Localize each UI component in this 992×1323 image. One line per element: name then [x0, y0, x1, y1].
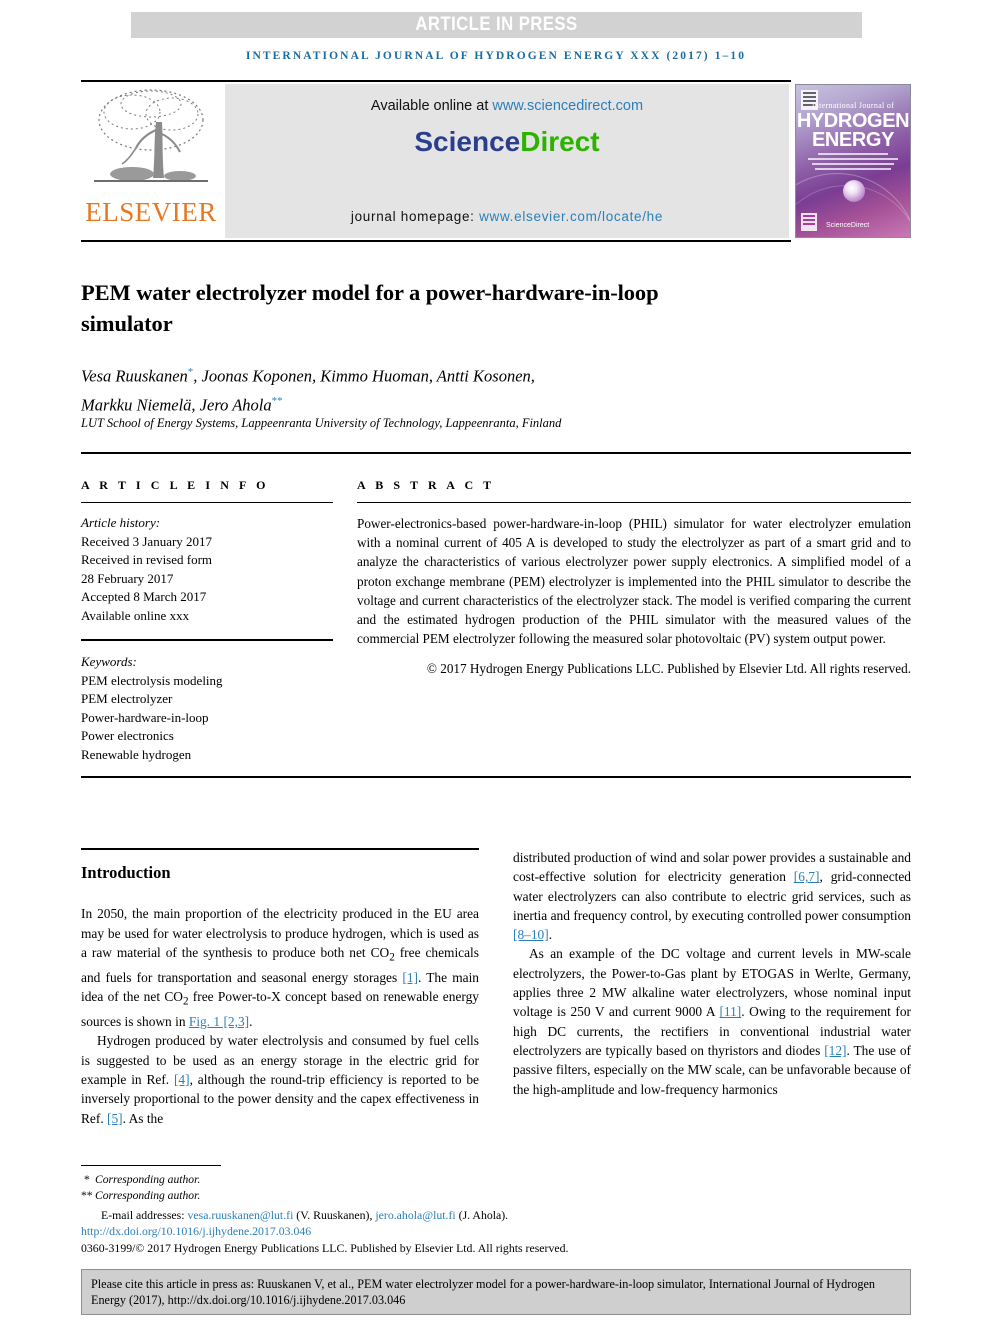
footnote-block: * Corresponding author. ** Corresponding a… [81, 1172, 501, 1204]
info-section-rule-bottom [81, 776, 911, 778]
page-title: PEM water electrolyzer model for a power… [81, 280, 659, 337]
paragraph: In 2050, the main proportion of the elec… [81, 904, 479, 1031]
introduction-heading: Introduction [81, 863, 171, 882]
paragraph: distributed production of wind and solar… [513, 848, 911, 944]
cite-this-article-box: Please cite this article in press as: Ru… [81, 1269, 911, 1315]
masthead-rule-top [81, 80, 791, 82]
citation-link[interactable]: [8–10] [513, 927, 549, 942]
citation-link[interactable]: [11] [719, 1004, 741, 1019]
abstract-underline [357, 502, 911, 503]
keyword-item: Power electronics [81, 728, 174, 743]
keywords-label: Keywords: [81, 654, 137, 669]
footnote-divider [81, 1165, 221, 1166]
email-link-2[interactable]: jero.ahola@lut.fi [375, 1208, 455, 1222]
article-history-item: 28 February 2017 [81, 570, 174, 586]
citation-link[interactable]: [4] [174, 1072, 190, 1087]
sciencedirect-logo: ScienceDirect [225, 126, 789, 158]
author-name-1: Vesa Ruuskanen [81, 366, 188, 386]
footnote-text: Corresponding author. [95, 1189, 201, 1203]
keyword-item: PEM electrolysis modeling [81, 672, 223, 688]
article-info-heading: A R T I C L E I N F O [81, 478, 270, 492]
cover-title-hydrogen: HYDROGEN [796, 110, 910, 132]
figure-citation-link[interactable]: Fig. 1 [2,3] [189, 1014, 249, 1029]
email-addresses-line: E-mail addresses: vesa.ruuskanen@lut.fi … [81, 1207, 681, 1224]
cover-editor-lines [802, 153, 904, 173]
masthead-rule-bottom [81, 240, 791, 242]
cover-sciencedirect-mark: ScienceDirect [826, 222, 870, 229]
author-names-line2: Markku Niemelä, Jero Ahola [81, 395, 272, 414]
article-history-item: Received 3 January 2017 [81, 533, 213, 549]
abstract-column: A B S T R A C T Power-electronics-based … [357, 478, 911, 679]
abstract-copyright: © 2017 Hydrogen Energy Publications LLC.… [426, 661, 911, 677]
footnote-text: Corresponding author. [95, 1173, 201, 1186]
elsevier-logo: ELSEVIER [81, 84, 221, 238]
author-affiliation: LUT School of Energy Systems, Lappeenran… [81, 416, 562, 430]
article-history-item: Available online xxx [81, 607, 190, 623]
issn-copyright-line: 0360-3199/© 2017 Hydrogen Energy Publica… [81, 1241, 569, 1255]
email-owner-2: (J. Ahola). [455, 1208, 509, 1222]
elsevier-tree-icon [94, 89, 208, 182]
paragraph-text: . [249, 1014, 253, 1030]
sciencedirect-logo-direct: Direct [520, 126, 600, 157]
keywords-block: Keywords: PEM electrolysis modeling PEM … [81, 653, 333, 764]
abstract-body: Power-electronics-based power-hardware-i… [357, 516, 911, 647]
author-names-rest: , Joonas Koponen, Kimmo Huoman, Antti Ko… [193, 366, 535, 386]
sciencedirect-banner: Available online at www.sciencedirect.co… [225, 84, 789, 238]
journal-cover-image: International Journal of HYDROGEN ENERGY… [795, 84, 911, 238]
keyword-item: PEM electrolyzer [81, 691, 173, 706]
keywords-divider [81, 639, 333, 641]
article-in-press-banner: ARTICLE IN PRESS [131, 12, 862, 38]
journal-homepage-label: journal homepage: [350, 209, 480, 224]
citation-link[interactable]: [12] [824, 1043, 846, 1058]
author-footnote-mark-2[interactable]: ** [272, 395, 283, 407]
author-list: Vesa Ruuskanen*, Joonas Koponen, Kimmo H… [81, 360, 781, 417]
paragraph-text: . [548, 927, 553, 943]
doi-link[interactable]: http://dx.doi.org/10.1016/j.ijhydene.201… [81, 1224, 311, 1239]
elsevier-wordmark: ELSEVIER [85, 197, 217, 227]
email-owner-1: (V. Ruuskanen), [293, 1208, 376, 1222]
citation-link[interactable]: [5] [107, 1111, 123, 1126]
journal-homepage-line: journal homepage: www.elsevier.com/locat… [225, 209, 789, 224]
paragraph: As an example of the DC voltage and curr… [513, 944, 911, 1098]
body-column-right: distributed production of wind and solar… [513, 848, 911, 1099]
body-column-left: Introduction In 2050, the main proportio… [81, 848, 479, 1128]
footnote-mark-2: ** [81, 1189, 93, 1203]
article-in-press-label: ARTICLE IN PRESS [415, 14, 578, 35]
abstract-heading: A B S T R A C T [357, 478, 495, 492]
paragraph: Hydrogen produced by water electrolysis … [81, 1031, 479, 1127]
article-history-block: Article history: Received 3 January 2017… [81, 514, 333, 625]
info-section-rule-top [81, 452, 911, 454]
email-label: E-mail addresses: [101, 1208, 188, 1222]
journal-running-head: INTERNATIONAL JOURNAL OF HYDROGEN ENERGY… [245, 50, 747, 62]
sciencedirect-url-link[interactable]: www.sciencedirect.com [492, 98, 643, 114]
cover-subtitle: International Journal of [811, 101, 895, 110]
journal-homepage-link[interactable]: www.elsevier.com/locate/he [479, 209, 663, 224]
article-history-item: Accepted 8 March 2017 [81, 589, 207, 604]
footnote-corresponding-author-2: ** Corresponding author. [81, 1188, 501, 1204]
footnote-mark-1: * [84, 1173, 90, 1186]
article-history-item: Received in revised form [81, 552, 213, 567]
masthead: ELSEVIER Available online at www.science… [81, 84, 911, 238]
keyword-item: Renewable hydrogen [81, 746, 192, 762]
introduction-rule [81, 848, 479, 850]
citation-link[interactable]: [1] [402, 970, 418, 985]
available-online-line: Available online at www.sciencedirect.co… [225, 98, 789, 114]
cover-title-energy: ENERGY [811, 129, 895, 151]
citation-link[interactable]: [6,7] [794, 869, 820, 884]
article-info-underline [81, 502, 333, 503]
paragraph-text: . As the [122, 1110, 164, 1126]
article-info-column: A R T I C L E I N F O Article history: R… [81, 478, 333, 764]
email-link-1[interactable]: vesa.ruuskanen@lut.fi [187, 1208, 293, 1222]
available-online-label: Available online at [370, 98, 493, 114]
article-history-label: Article history: [81, 515, 161, 530]
sciencedirect-logo-science: Science [414, 126, 521, 157]
cover-orb-graphic [843, 180, 865, 202]
cover-bottom-badge-icon [801, 213, 817, 231]
footnote-corresponding-author-1: * Corresponding author. [81, 1172, 501, 1188]
keyword-item: Power-hardware-in-loop [81, 709, 209, 725]
